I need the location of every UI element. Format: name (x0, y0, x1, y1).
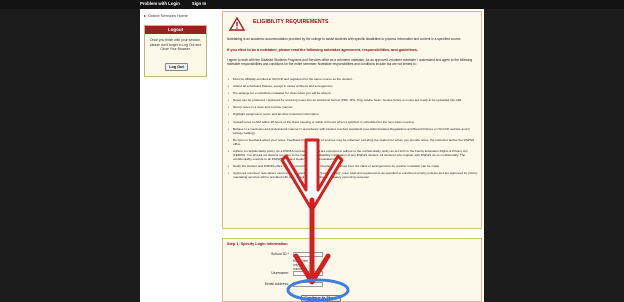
list-item: Be open to feedback about your notes. Fe… (227, 138, 479, 146)
student-id-input[interactable] (293, 252, 323, 257)
eligibility-list: Must be officially enrolled at SCCCD and… (227, 77, 479, 182)
top-bar: Problem with Login Sign In (0, 0, 624, 9)
eligibility-agreement: I agree to work with the Disabled Studen… (227, 58, 473, 67)
list-item: Set up notes in a clear and concise mann… (227, 105, 479, 109)
list-item: Notify the student and DSP&S office eith… (227, 164, 479, 168)
top-nav: Problem with Login Sign In (140, 1, 206, 6)
page: Problem with Login Sign In ▸ Online Servi… (0, 0, 624, 302)
email-label: Email Address: (265, 282, 289, 286)
warning-icon (229, 17, 245, 31)
breadcrumb[interactable]: ▸ Online Services Home (144, 13, 188, 18)
list-item: Notes can be produced / delivered by sca… (227, 98, 479, 102)
breadcrumb-arrow-icon: ▸ (144, 13, 147, 18)
breadcrumb-label: Online Services Home (148, 13, 188, 18)
logout-text: Once you finish with your session, pleas… (149, 38, 202, 52)
eligibility-panel: ELIGIBILITY REQUIREMENTS Notetaking is a… (222, 11, 482, 229)
list-item: Upload notes to AIM within 48 hours of t… (227, 120, 479, 124)
list-item: Behave in a courteous and professional m… (227, 127, 479, 135)
eligibility-condition: If you elect to be a notetaker, please r… (227, 48, 418, 52)
list-item: Adhere to confidentiality policy. As a D… (227, 149, 479, 161)
username-field[interactable] (293, 271, 323, 276)
list-item: Approved volunteer note takers must rema… (227, 171, 479, 179)
sign-in-link[interactable]: Sign In (192, 1, 206, 6)
right-dark-area (484, 9, 624, 302)
list-item: Must be officially enrolled at SCCCD and… (227, 77, 479, 81)
logout-button[interactable]: Log Out (165, 63, 188, 71)
email-field[interactable] (293, 282, 323, 287)
logout-heading: Logout (145, 26, 206, 34)
logout-box: Logout Once you finish with your session… (144, 25, 207, 77)
step1-panel: Step 1: Specify Login Information School… (222, 238, 482, 302)
left-column: ▸ Online Services Home Logout Once you fi… (140, 9, 220, 302)
student-id-label: School ID * (271, 252, 289, 256)
username-label: Username: (271, 271, 289, 275)
main-content: ELIGIBILITY REQUIREMENTS Notetaking is a… (222, 11, 482, 302)
continue-button[interactable]: Continue to Step 2 (301, 295, 341, 302)
content-frame: ▸ Online Services Home Logout Once you fi… (140, 9, 484, 302)
list-item: Pre-arrange for a substitute notetaker f… (227, 91, 479, 95)
eligibility-title: ELIGIBILITY REQUIREMENTS (253, 19, 329, 25)
problem-with-login-link[interactable]: Problem with Login (140, 1, 180, 6)
list-item: Highlight assignment, tests, and all oth… (227, 112, 479, 116)
step1-title: Step 1: Specify Login Information (227, 242, 288, 246)
eligibility-intro: Notetaking is an academic accommodation … (227, 37, 462, 41)
list-item: Attend all scheduled classes, except in … (227, 84, 479, 88)
